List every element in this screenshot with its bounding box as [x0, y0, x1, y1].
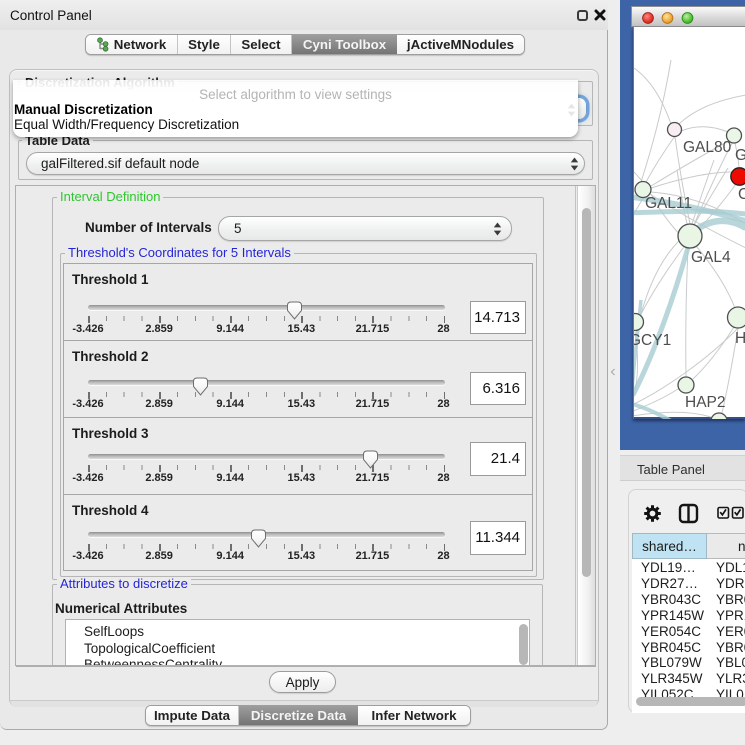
svg-text:GAL80: GAL80: [683, 139, 732, 156]
svg-text:C: C: [738, 186, 745, 203]
svg-text:GAL4: GAL4: [691, 249, 731, 266]
svg-text:G.: G.: [735, 147, 745, 164]
svg-text:HAP2: HAP2: [685, 394, 726, 411]
svg-text:GAL11: GAL11: [645, 195, 692, 212]
svg-text:H: H: [735, 330, 745, 347]
svg-text:GCY1: GCY1: [634, 332, 671, 349]
